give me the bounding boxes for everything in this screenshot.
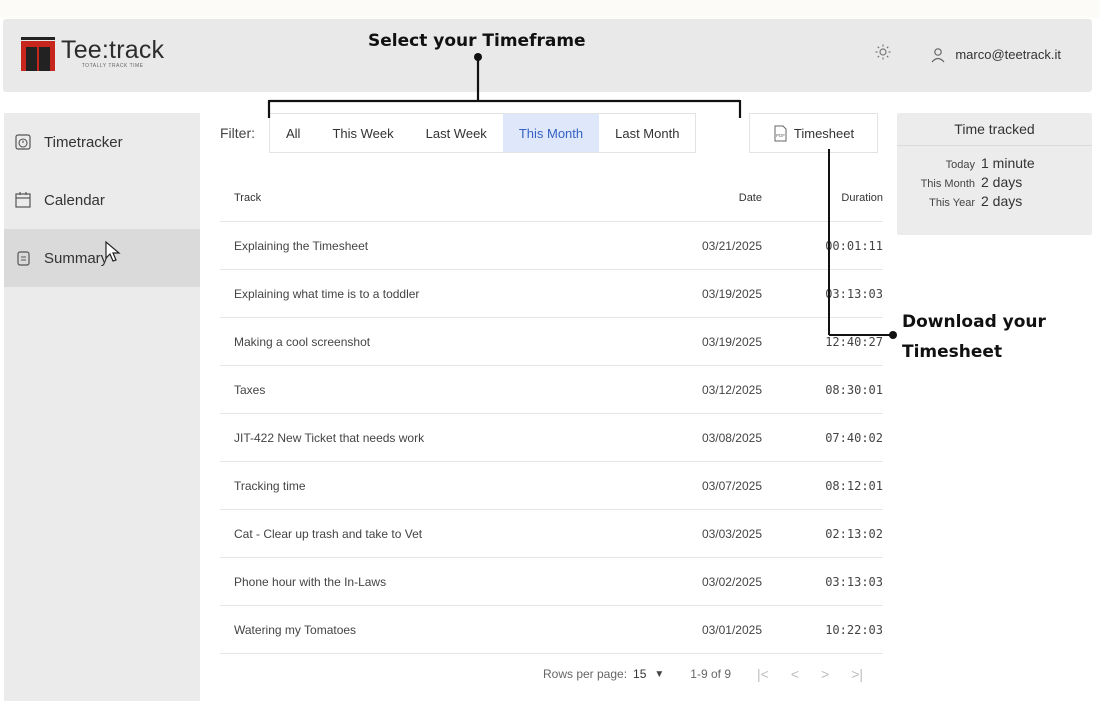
annotation-download-line1: Download your (902, 312, 1046, 332)
annotation-download-line2: Timesheet (902, 342, 1003, 362)
annotation-timeframe: Select your Timeframe (368, 31, 586, 51)
